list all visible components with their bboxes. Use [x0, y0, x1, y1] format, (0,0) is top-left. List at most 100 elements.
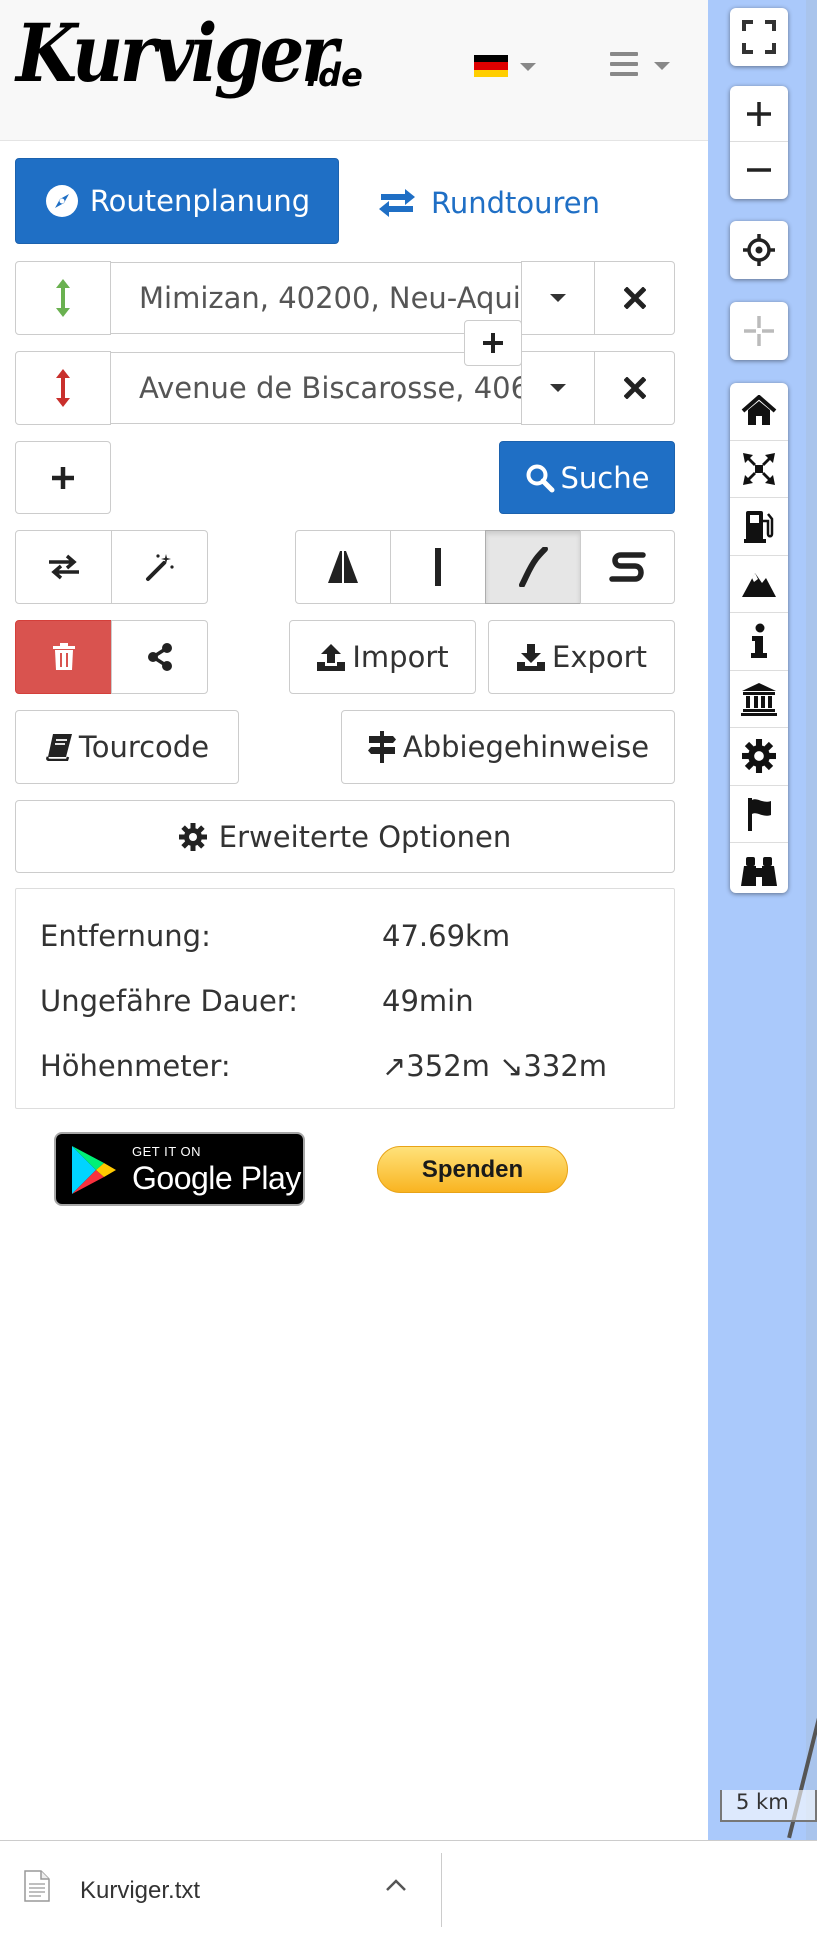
download-filename[interactable]: Kurviger.txt: [80, 1877, 200, 1905]
locate-me-button[interactable]: [730, 221, 788, 279]
road-icon: [328, 551, 358, 583]
elevation-value: ↗352m ↘332m: [382, 1049, 608, 1083]
tab-route-planning-label: Routenplanung: [89, 184, 311, 218]
turn-instructions-button[interactable]: Abbiegehinweise: [341, 710, 675, 784]
poi-flag-button[interactable]: [730, 786, 788, 843]
menu-caret-icon: [654, 62, 670, 70]
center-cross-icon: [744, 316, 774, 346]
gear-icon: [742, 739, 776, 774]
logo-text: Kurviger: [16, 6, 338, 100]
duration-value: 49min: [382, 984, 474, 1018]
map-center-button[interactable]: [730, 302, 788, 360]
tourcode-button[interactable]: Tourcode: [15, 710, 239, 784]
retweet-icon: [379, 189, 415, 217]
chevron-up-icon[interactable]: [384, 1877, 408, 1893]
chevron-down-icon: [550, 384, 566, 392]
route-type-curvy-button[interactable]: [485, 530, 581, 604]
binoculars-icon: [741, 856, 777, 886]
sidebar-panel: Kurviger .de Routenplanung Rundtouren Mi…: [0, 0, 708, 1840]
start-waypoint-dropdown[interactable]: [521, 261, 595, 335]
chevron-down-icon: [550, 294, 566, 302]
kurviger-logo[interactable]: Kurviger .de: [16, 6, 378, 126]
zoom-in-button[interactable]: [730, 86, 788, 142]
poi-mountain-button[interactable]: [730, 556, 788, 613]
magic-wand-icon: [145, 554, 174, 581]
reverse-route-button[interactable]: [15, 530, 112, 604]
minus-icon: [747, 168, 771, 172]
poi-services-button[interactable]: [730, 728, 788, 786]
distance-value: 47.69km: [382, 919, 511, 953]
export-label: Export: [552, 640, 647, 674]
start-waypoint-clear-button[interactable]: [594, 261, 675, 335]
search-button[interactable]: Suche: [499, 441, 675, 514]
compress-arrows-icon: [743, 452, 775, 485]
logo-tld: .de: [306, 56, 363, 94]
book-icon: [46, 734, 72, 761]
germany-flag-icon[interactable]: [474, 55, 508, 77]
download-divider: [441, 1853, 442, 1927]
poi-fuel-button[interactable]: [730, 498, 788, 556]
advanced-options-label: Erweiterte Optionen: [218, 819, 512, 854]
end-waypoint-drag-handle[interactable]: [15, 351, 111, 425]
insert-waypoint-button[interactable]: [464, 320, 522, 366]
map-water: [806, 0, 817, 1840]
file-icon: [24, 1870, 50, 1902]
institution-icon: [741, 682, 777, 716]
distance-label: Entfernung:: [40, 919, 211, 953]
poi-info-button[interactable]: [730, 613, 788, 671]
tab-round-trips[interactable]: Rundtouren: [375, 178, 600, 228]
plus-icon: [52, 466, 74, 489]
app-header: Kurviger .de: [0, 0, 708, 141]
tab-round-trips-label: Rundtouren: [431, 186, 601, 220]
exchange-icon: [48, 554, 79, 580]
hamburger-icon: [610, 52, 638, 82]
end-waypoint-clear-button[interactable]: [594, 351, 675, 425]
route-type-fast-button[interactable]: [390, 530, 486, 604]
straight-line-icon: [435, 548, 441, 586]
add-waypoint-button[interactable]: [15, 441, 111, 514]
advanced-options-button[interactable]: Erweiterte Optionen: [15, 800, 675, 873]
donate-button[interactable]: Spenden: [377, 1146, 568, 1193]
optimize-route-button[interactable]: [111, 530, 208, 604]
start-waypoint-drag-handle[interactable]: [15, 261, 111, 335]
zoom-out-button[interactable]: [730, 142, 788, 198]
main-menu-button[interactable]: [608, 50, 678, 80]
turn-instructions-label: Abbiegehinweise: [402, 730, 650, 764]
language-caret-icon[interactable]: [520, 63, 536, 71]
delete-route-button[interactable]: [15, 620, 112, 694]
export-button[interactable]: Export: [488, 620, 675, 694]
zoom-control: [730, 86, 788, 199]
upload-icon: [317, 644, 346, 671]
flag-icon: [748, 797, 771, 831]
close-icon: [623, 287, 646, 309]
poi-layer-toolbar: [730, 383, 788, 893]
start-waypoint-input[interactable]: Mimizan, 40200, Neu-Aquitanien: [110, 262, 522, 334]
fuel-icon: [744, 511, 774, 544]
route-summary: Entfernung: 47.69km Ungefähre Dauer: 49m…: [15, 888, 675, 1109]
import-button[interactable]: Import: [289, 620, 476, 694]
map-view[interactable]: 5 km: [708, 0, 817, 1840]
search-icon: [526, 464, 555, 492]
route-type-road-button[interactable]: [295, 530, 391, 604]
expand-icon: [742, 20, 776, 54]
poi-sights-button[interactable]: [730, 671, 788, 728]
end-waypoint-dropdown[interactable]: [521, 351, 595, 425]
elevation-label: Höhenmeter:: [40, 1049, 231, 1083]
plus-icon: [747, 101, 771, 126]
poi-viewpoint-button[interactable]: [730, 843, 788, 901]
plus-icon: [483, 333, 503, 353]
home-icon: [741, 395, 777, 426]
share-route-button[interactable]: [111, 620, 208, 694]
poi-junction-button[interactable]: [730, 441, 788, 498]
duration-label: Ungefähre Dauer:: [40, 984, 299, 1018]
fullscreen-button[interactable]: [730, 8, 788, 66]
tab-route-planning[interactable]: Routenplanung: [15, 158, 339, 244]
poi-home-button[interactable]: [730, 383, 788, 441]
google-play-icon: [72, 1146, 116, 1194]
google-play-badge[interactable]: GET IT ON Google Play: [54, 1132, 305, 1206]
route-type-extra-curvy-button[interactable]: [580, 530, 675, 604]
import-label: Import: [352, 640, 449, 674]
search-label: Suche: [560, 460, 650, 495]
crosshair-icon: [743, 234, 775, 266]
end-waypoint-input[interactable]: Avenue de Biscarosse, 40600 Biscarrosse: [110, 352, 522, 424]
